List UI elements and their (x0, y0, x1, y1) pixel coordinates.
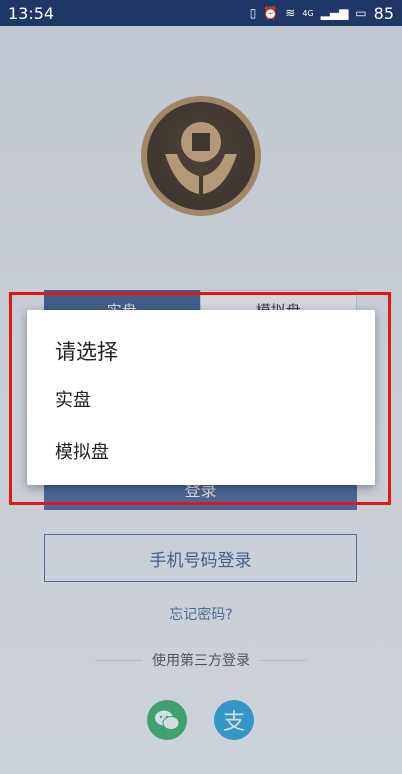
wifi-icon: ≋ (285, 6, 296, 20)
status-time: 13:54 (8, 3, 55, 23)
battery-level: 85 (373, 3, 394, 23)
dialog-title: 请选择 (55, 340, 118, 364)
status-bar: 13:54 ▯ ⏰ ≋ 4G ▂▄▆ ▭ 85 (0, 0, 402, 26)
dialog-option-real[interactable]: 实盘 (55, 386, 91, 412)
network-label: 4G (302, 8, 314, 18)
signal-icon: ▂▄▆ (320, 6, 349, 20)
battery-icon: ▭ (355, 6, 367, 20)
vibrate-icon: ▯ (249, 6, 257, 20)
alarm-icon: ⏰ (263, 6, 279, 20)
dialog-option-simulated[interactable]: 模拟盘 (55, 438, 109, 464)
select-dialog: 请选择 实盘 模拟盘 (27, 310, 375, 485)
